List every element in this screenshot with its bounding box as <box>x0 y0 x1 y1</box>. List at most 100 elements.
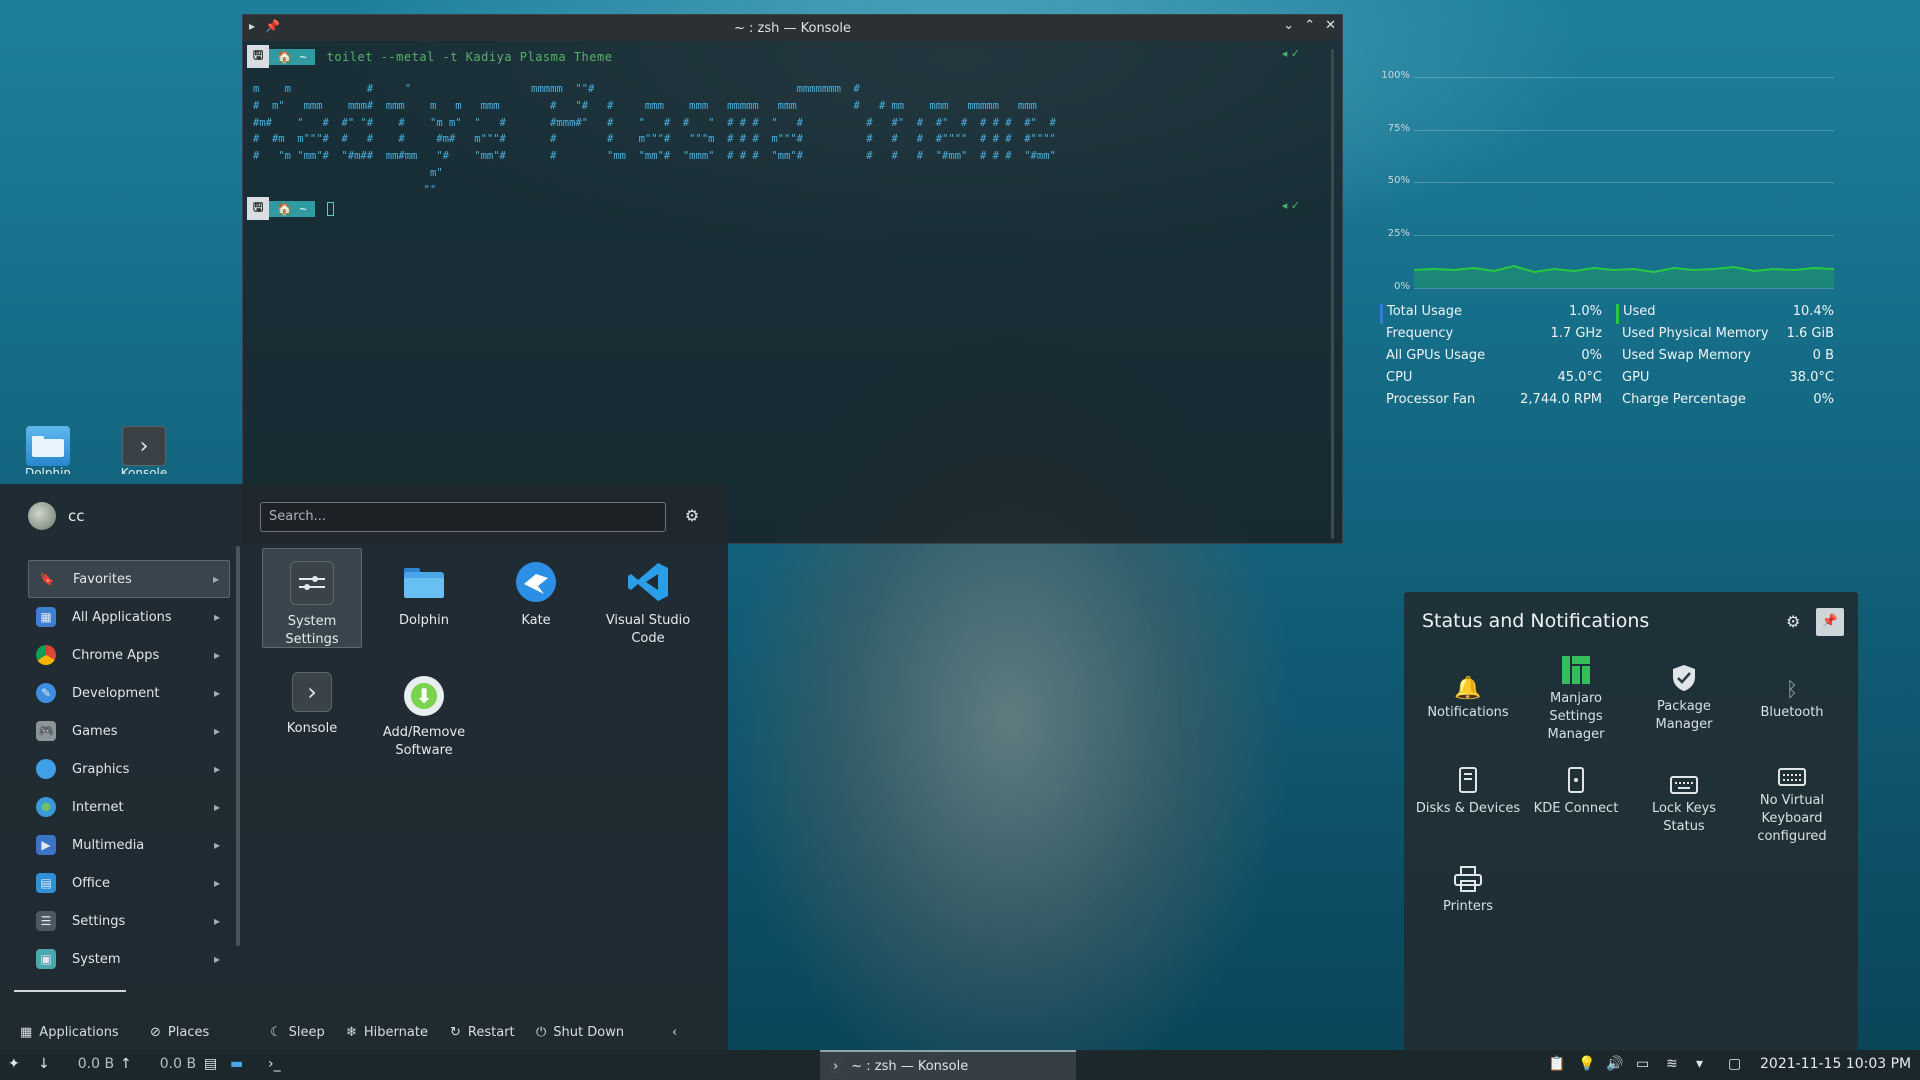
avatar[interactable] <box>28 502 56 530</box>
shield-icon <box>1630 658 1738 692</box>
usage-graph <box>1414 264 1834 288</box>
category-favorites[interactable]: 🔖 Favorites ▸ <box>28 560 230 598</box>
category-label: Graphics <box>72 761 130 777</box>
status-notifications-panel[interactable]: Status and Notifications ⚙ 📌 🔔 Notificat… <box>1404 592 1858 1050</box>
application-launcher[interactable]: cc Search... ⚙ 🔖 Favorites ▸ ▦ All Applic… <box>0 484 728 1050</box>
volume-icon[interactable]: 🔊 <box>1606 1056 1623 1072</box>
tab-applications[interactable]: ▦ Applications <box>20 1025 119 1040</box>
hibernate-button[interactable]: ❄ Hibernate <box>346 1025 428 1040</box>
text-cursor[interactable] <box>326 201 334 216</box>
tab-places[interactable]: ⊘ Places <box>150 1025 209 1040</box>
lightbulb-icon[interactable]: 💡 <box>1578 1056 1595 1072</box>
launch-konsole[interactable]: ›_ <box>268 1056 281 1072</box>
tray-kde-connect[interactable]: KDE Connect <box>1522 760 1630 818</box>
app-add-remove-software[interactable]: ⬇ Add/Remove Software <box>374 676 474 760</box>
stat-gpu-usage: All GPUs Usage 0% <box>1386 348 1602 368</box>
tray-printers[interactable]: Printers <box>1414 858 1522 916</box>
pin-icon[interactable]: 📌 <box>1816 608 1844 636</box>
desktop-icon-konsole[interactable]: › Konsole <box>104 426 184 474</box>
category-chrome-apps[interactable]: Chrome Apps ▸ <box>28 636 230 674</box>
app-konsole[interactable]: › Konsole <box>262 672 362 738</box>
category-development[interactable]: ✎ Development ▸ <box>28 674 230 712</box>
desktop-icon-dolphin[interactable]: Dolphin <box>8 426 88 474</box>
grid-line <box>1414 130 1834 131</box>
launcher-button[interactable]: ✦ <box>8 1056 20 1072</box>
power-icon: ⏻ <box>536 1024 547 1040</box>
stat-value: 0% <box>1813 392 1834 407</box>
search-input[interactable]: Search... <box>260 502 666 532</box>
multimedia-icon: ▶ <box>36 835 56 855</box>
category-system[interactable]: ▣ System ▸ <box>28 940 230 978</box>
status-check-icon: ◂ ✓ <box>1281 199 1300 212</box>
minimize-icon[interactable]: ⌄ <box>1283 18 1294 33</box>
user-header[interactable]: cc <box>28 502 85 530</box>
category-office[interactable]: ▤ Office ▸ <box>28 864 230 902</box>
category-games[interactable]: 🎮 Games ▸ <box>28 712 230 750</box>
stat-frequency: Frequency 1.7 GHz <box>1386 326 1602 346</box>
stat-physical-memory: Used Physical Memory 1.6 GiB <box>1622 326 1834 346</box>
shutdown-button[interactable]: ⏻ Shut Down <box>536 1025 624 1040</box>
category-internet[interactable]: Internet ▸ <box>28 788 230 826</box>
stat-label: All GPUs Usage <box>1386 348 1486 363</box>
tray-disks-devices[interactable]: Disks & Devices <box>1414 760 1522 818</box>
konsole-window[interactable]: ▸ 📌 ~ : zsh — Konsole ⌄ ⌃ ✕ 🖫 🏠 ~ toilet… <box>242 14 1343 544</box>
close-icon[interactable]: ✕ <box>1325 18 1336 33</box>
app-visual-studio-code[interactable]: Visual Studio Code <box>598 560 698 648</box>
grid-label: 100% <box>1381 70 1410 81</box>
shell-prompt: 🖫 🏠 ~ <box>247 197 334 220</box>
category-settings[interactable]: ☰ Settings ▸ <box>28 902 230 940</box>
wifi-icon[interactable]: ≋ <box>1666 1056 1678 1072</box>
disk-icon <box>1414 760 1522 794</box>
category-label: Settings <box>72 913 126 929</box>
restart-icon: ↻ <box>450 1024 461 1040</box>
clock[interactable]: 2021-11-15 10:03 PM <box>1760 1056 1911 1072</box>
stat-value: 38.0°C <box>1789 370 1834 385</box>
category-multimedia[interactable]: ▶ Multimedia ▸ <box>28 826 230 864</box>
tray-label: No Virtual Keyboard configured <box>1757 793 1827 844</box>
app-dolphin[interactable]: Dolphin <box>374 560 474 630</box>
grid-icon: ▦ <box>36 607 56 627</box>
category-label: All Applications <box>72 609 172 625</box>
tray-notifications[interactable]: 🔔 Notifications <box>1414 664 1522 722</box>
desktop-icon-label: Dolphin <box>24 466 72 474</box>
task-konsole[interactable]: › ~ : zsh — Konsole <box>820 1050 1076 1080</box>
system-monitor-widget: 100% 75% 50% 25% 0% Total Usage 1.0% Freq… <box>1378 70 1838 410</box>
folder-icon <box>402 560 446 604</box>
maximize-icon[interactable]: ⌃ <box>1304 18 1315 33</box>
tray-bluetooth[interactable]: ᛒ Bluetooth <box>1738 664 1846 722</box>
show-desktop-icon[interactable]: ▢ <box>1728 1056 1741 1072</box>
tray-manjaro-settings[interactable]: Manjaro Settings Manager <box>1522 650 1630 744</box>
tray-lock-keys[interactable]: Lock Keys Status <box>1630 760 1738 836</box>
sleep-button[interactable]: ☾ Sleep <box>270 1025 325 1040</box>
battery-icon[interactable]: ▭ <box>1636 1056 1649 1072</box>
button-label: Shut Down <box>553 1024 625 1040</box>
task-label: ~ : zsh — Konsole <box>851 1058 969 1074</box>
tray-virtual-keyboard[interactable]: No Virtual Keyboard configured <box>1738 752 1846 846</box>
pin-icon[interactable]: 📌 <box>265 19 280 33</box>
tray-label: KDE Connect <box>1533 801 1619 816</box>
terminal-output: m m # " mmmmm ""# mmmmmmm # # m" mmm mmm… <box>253 83 1056 196</box>
grid-icon: ▦ <box>20 1024 33 1040</box>
graphics-icon <box>36 759 56 779</box>
category-graphics[interactable]: Graphics ▸ <box>28 750 230 788</box>
configure-icon[interactable]: ⚙ <box>680 506 704 528</box>
scrollbar[interactable] <box>1331 49 1334 539</box>
stat-processor-fan: Processor Fan 2,744.0 RPM <box>1386 392 1602 412</box>
category-label: Chrome Apps <box>72 647 160 663</box>
show-desktop-button[interactable]: ▤ <box>204 1056 217 1072</box>
restart-button[interactable]: ↻ Restart <box>450 1025 515 1040</box>
stat-swap-memory: Used Swap Memory 0 B <box>1622 348 1834 368</box>
window-titlebar[interactable]: ▸ 📌 ~ : zsh — Konsole ⌄ ⌃ ✕ <box>243 15 1342 41</box>
tray-package-manager[interactable]: Package Manager <box>1630 658 1738 734</box>
scrollbar[interactable] <box>236 546 240 946</box>
app-kate[interactable]: Kate <box>486 560 586 630</box>
folder-icon <box>26 426 70 466</box>
app-system-settings[interactable]: System Settings <box>262 548 362 648</box>
plasma-icon: ✦ <box>8 1056 20 1072</box>
launch-dolphin[interactable]: ▬ <box>230 1056 243 1072</box>
leave-button[interactable]: ‹ <box>672 1025 677 1040</box>
configure-icon[interactable]: ⚙ <box>1786 612 1800 631</box>
category-all-applications[interactable]: ▦ All Applications ▸ <box>28 598 230 636</box>
chevron-down-icon[interactable]: ▾ <box>1696 1056 1703 1072</box>
clipboard-icon[interactable]: 📋 <box>1548 1056 1565 1072</box>
